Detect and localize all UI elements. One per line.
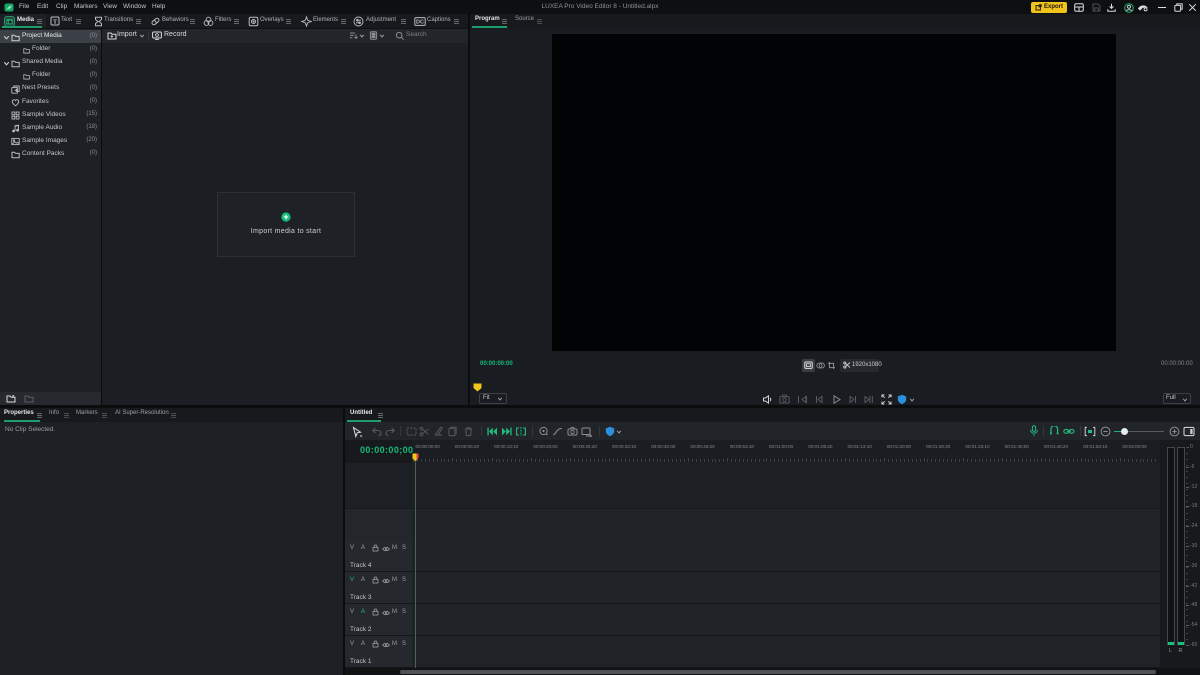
svg-text:T: T [53, 18, 58, 25]
svg-text:DC: DC [416, 19, 424, 25]
